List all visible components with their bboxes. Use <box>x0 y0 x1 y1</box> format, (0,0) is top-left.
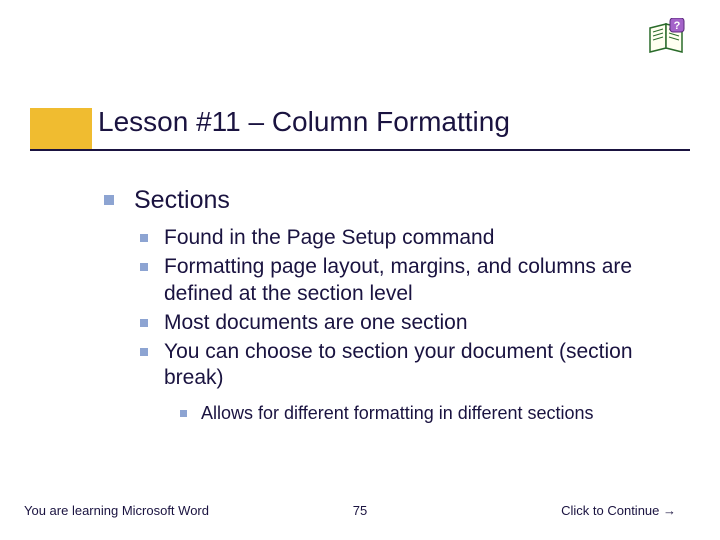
slide-title: Lesson #11 – Column Formatting <box>98 106 678 144</box>
bullet-icon <box>180 410 187 417</box>
bullet-text: Most documents are one section <box>164 310 468 337</box>
bullet-text: You can choose to section your document … <box>164 339 684 393</box>
svg-text:?: ? <box>674 20 681 32</box>
list-item: Sections <box>104 185 684 215</box>
section-heading: Sections <box>134 185 230 215</box>
list-item: Formatting page layout, margins, and col… <box>140 254 684 308</box>
list-item: Allows for different formatting in diffe… <box>180 402 684 425</box>
bullet-icon <box>140 234 148 242</box>
content-area: Sections Found in the Page Setup command… <box>104 185 684 426</box>
sub-bullet-text: Allows for different formatting in diffe… <box>201 402 594 425</box>
footer: 75 You are learning Microsoft Word Click… <box>0 503 720 518</box>
list-item: Found in the Page Setup command <box>140 225 684 252</box>
continue-link[interactable]: Click to Continue → <box>561 503 676 518</box>
help-book-icon: ? <box>646 18 690 59</box>
bullet-icon <box>140 263 148 271</box>
list-item: You can choose to section your document … <box>140 339 684 393</box>
bullet-text: Formatting page layout, margins, and col… <box>164 254 684 308</box>
bullet-icon <box>140 348 148 356</box>
bullet-icon <box>140 319 148 327</box>
bullet-icon <box>104 195 114 205</box>
bullet-text: Found in the Page Setup command <box>164 225 494 252</box>
title-underline <box>30 149 690 151</box>
list-item: Most documents are one section <box>140 310 684 337</box>
title-accent-block <box>30 108 92 150</box>
